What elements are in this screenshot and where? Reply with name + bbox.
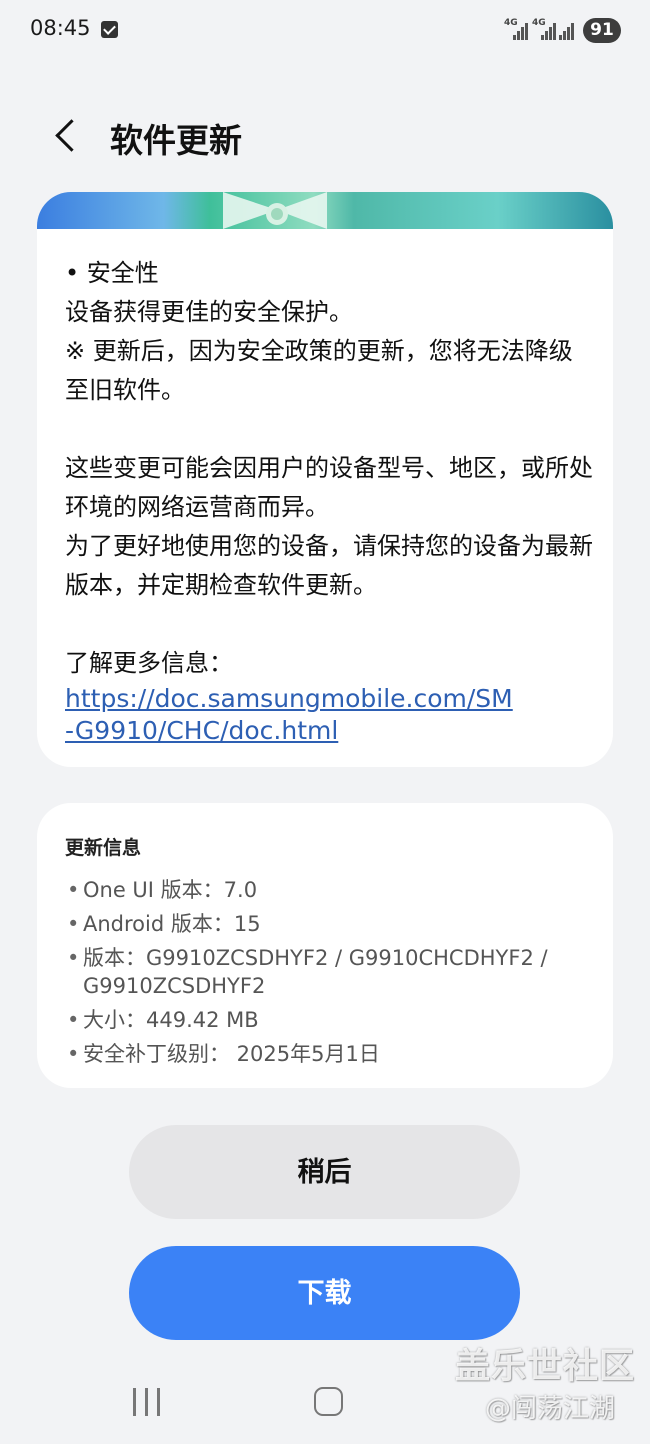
- notes-line: • 安全性: [65, 259, 159, 287]
- list-item: 安全补丁级别： 2025年5月1日: [65, 1040, 595, 1068]
- status-time: 08:45: [30, 16, 91, 40]
- release-notes-link[interactable]: https://doc.samsungmobile.com/SM-G9910/C…: [65, 683, 520, 747]
- back-arrow-icon[interactable]: [52, 118, 82, 154]
- recent-apps-icon[interactable]: [132, 1388, 162, 1416]
- more-info-label: 了解更多信息：: [65, 649, 233, 677]
- software-update-screen: 08:45 4G 4G 91 软件更新 • 安全性 设备获得更佳的安全保护。 ※…: [0, 0, 650, 1444]
- notes-line: 这些变更可能会因用户的设备型号、地区，或所处环境的网络运营商而异。: [65, 454, 593, 521]
- update-info-list: One UI 版本：7.0 Android 版本：15 版本：G9910ZCSD…: [65, 876, 595, 1074]
- release-notes-text: • 安全性 设备获得更佳的安全保护。 ※ 更新后，因为安全政策的更新，您将无法降…: [65, 254, 595, 747]
- notification-check-icon: [101, 21, 118, 38]
- list-item: Android 版本：15: [65, 910, 595, 938]
- page-title: 软件更新: [110, 121, 242, 160]
- battery-indicator: 91: [583, 18, 621, 43]
- signal2-label: 4G: [532, 18, 546, 28]
- notes-line: 设备获得更佳的安全保护。: [65, 298, 353, 326]
- signal-icon-sim1: 4G: [504, 18, 528, 40]
- banner-illustration: [37, 192, 613, 229]
- update-info-card: 更新信息 One UI 版本：7.0 Android 版本：15 版本：G991…: [37, 803, 613, 1088]
- watermark-author: @闯荡江湖: [485, 1394, 616, 1424]
- list-item: 版本：G9910ZCSDHYF2 / G9910CHCDHYF2 / G9910…: [65, 944, 595, 1000]
- signal-icon-extra: [557, 18, 581, 40]
- later-button[interactable]: 稍后: [129, 1125, 520, 1219]
- signal-icon-sim2: 4G: [532, 18, 556, 40]
- signal1-label: 4G: [504, 18, 518, 28]
- list-item: 大小：449.42 MB: [65, 1006, 595, 1034]
- list-item: One UI 版本：7.0: [65, 876, 595, 904]
- notes-line: ※ 更新后，因为安全政策的更新，您将无法降级至旧软件。: [65, 337, 573, 404]
- download-button[interactable]: 下载: [129, 1246, 520, 1340]
- watermark-title: 盖乐世社区: [455, 1347, 636, 1387]
- notes-line: 为了更好地使用您的设备，请保持您的设备为最新版本，并定期检查软件更新。: [65, 532, 593, 599]
- release-notes-card: • 安全性 设备获得更佳的安全保护。 ※ 更新后，因为安全政策的更新，您将无法降…: [37, 192, 613, 767]
- home-icon[interactable]: [314, 1387, 343, 1416]
- update-info-heading: 更新信息: [65, 837, 142, 859]
- status-bar: 08:45 4G 4G 91: [0, 0, 650, 62]
